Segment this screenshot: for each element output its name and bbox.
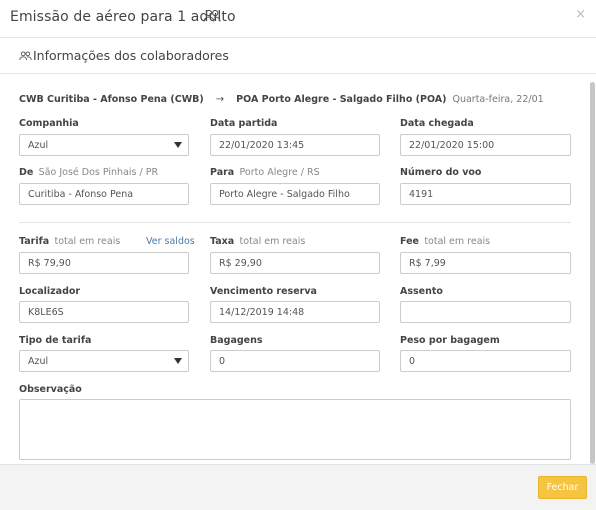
vencimento-label: Vencimento reserva — [210, 286, 317, 297]
fee-sublabel: total em reais — [424, 236, 491, 247]
para-label-text: Para — [210, 167, 235, 178]
peso-bagagem-input[interactable]: 0 — [400, 350, 571, 372]
tarifa-input[interactable]: R$ 79,90 — [19, 252, 189, 274]
taxa-label: Taxa total em reais — [210, 236, 305, 247]
data-partida-label: Data partida — [210, 118, 278, 129]
data-chegada-label: Data chegada — [400, 118, 474, 129]
numero-voo-input[interactable]: 4191 — [400, 183, 571, 205]
route-origin: CWB Curitiba - Afonso Pena (CWB) — [19, 94, 204, 105]
observacao-textarea[interactable] — [19, 399, 571, 460]
tipo-tarifa-select[interactable]: Azul — [19, 350, 189, 372]
de-sublabel: São José Dos Pinhais / PR — [38, 167, 159, 178]
vencimento-input[interactable]: 14/12/2019 14:48 — [210, 301, 380, 323]
observacao-label: Observação — [19, 384, 82, 395]
route-date: Quarta-feira, 22/01 — [452, 94, 544, 105]
taxa-sublabel: total em reais — [239, 236, 306, 247]
people-icon — [203, 9, 221, 22]
data-chegada-input[interactable]: 22/01/2020 15:00 — [400, 134, 571, 156]
fee-label-text: Fee — [400, 236, 419, 247]
para-sublabel: Porto Alegre / RS — [239, 167, 320, 178]
caret-down-icon — [174, 142, 182, 148]
fee-input[interactable]: R$ 7,99 — [400, 252, 571, 274]
people-icon — [19, 51, 32, 61]
bagagens-input[interactable]: 0 — [210, 350, 380, 372]
data-partida-input[interactable]: 22/01/2020 13:45 — [210, 134, 380, 156]
para-input[interactable]: Porto Alegre - Salgado Filho — [210, 183, 380, 205]
modal-footer — [0, 464, 596, 510]
peso-bagagem-label: Peso por bagagem — [400, 335, 500, 346]
tipo-tarifa-label: Tipo de tarifa — [19, 335, 92, 346]
caret-down-icon — [174, 358, 182, 364]
localizador-input[interactable]: K8LE6S — [19, 301, 189, 323]
ver-saldos-link[interactable]: Ver saldos — [146, 236, 195, 247]
route-destination: POA Porto Alegre - Salgado Filho (POA) — [236, 94, 447, 105]
de-label: De São José Dos Pinhais / PR — [19, 167, 158, 178]
modal-header: Emissão de aéreo para 1 adulto × — [0, 0, 596, 38]
tarifa-label: Tarifa total em reais — [19, 236, 120, 247]
bagagens-label: Bagagens — [210, 335, 263, 346]
fechar-button[interactable]: Fechar — [538, 476, 587, 499]
section-tab-colaboradores[interactable]: Informações dos colaboradores — [0, 38, 596, 74]
tipo-tarifa-value: Azul — [28, 356, 49, 367]
modal-title: Emissão de aéreo para 1 adulto — [10, 9, 236, 25]
section-tab-label: Informações dos colaboradores — [33, 48, 229, 63]
tarifa-sublabel: total em reais — [54, 236, 121, 247]
localizador-label: Localizador — [19, 286, 81, 297]
footer-divider — [0, 464, 596, 465]
de-label-text: De — [19, 167, 34, 178]
fee-label: Fee total em reais — [400, 236, 490, 247]
companhia-label: Companhia — [19, 118, 79, 129]
assento-label: Assento — [400, 286, 443, 297]
divider — [19, 222, 571, 223]
para-label: Para Porto Alegre / RS — [210, 167, 320, 178]
numero-voo-label: Número do voo — [400, 167, 482, 178]
arrow-right-icon: → — [215, 94, 225, 105]
assento-input[interactable] — [400, 301, 571, 323]
companhia-value: Azul — [28, 140, 49, 151]
de-input[interactable]: Curitiba - Afonso Pena — [19, 183, 189, 205]
scrollbar[interactable] — [590, 82, 595, 464]
close-icon[interactable]: × — [575, 7, 586, 22]
companhia-select[interactable]: Azul — [19, 134, 189, 156]
tarifa-label-text: Tarifa — [19, 236, 50, 247]
taxa-input[interactable]: R$ 29,90 — [210, 252, 380, 274]
taxa-label-text: Taxa — [210, 236, 235, 247]
flight-route: CWB Curitiba - Afonso Pena (CWB) → POA Por… — [19, 94, 544, 105]
